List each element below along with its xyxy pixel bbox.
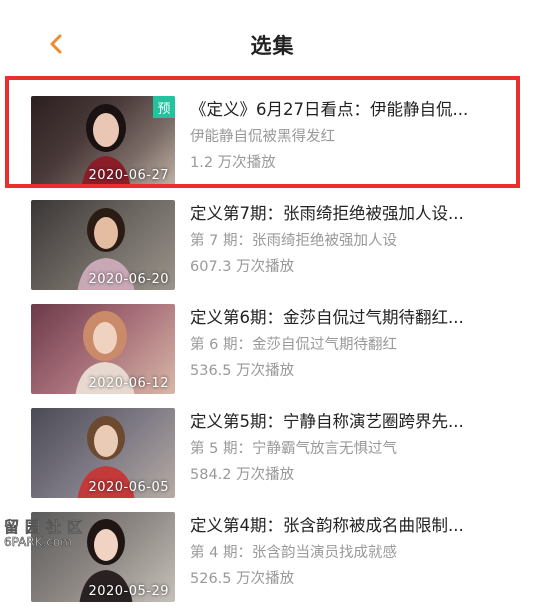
- episode-info: 定义第4期：张含韵称被成名曲限制... 第 4 期：张含韵当演员找成就感 526…: [190, 512, 515, 590]
- episode-title: 定义第4期：张含韵称被成名曲限制...: [190, 516, 464, 535]
- episode-subtitle: 第 4 期：张含韵当演员找成就感: [190, 545, 397, 561]
- episode-date: 2020-06-20: [88, 272, 169, 287]
- episode-info: 定义第5期：宁静自称演艺圈跨界先... 第 5 期：宁静霸气放言无惧过气 584…: [190, 408, 515, 486]
- watermark: 留园社区 6PARK.com: [4, 516, 104, 552]
- episode-info: 《定义》6月27日看点：伊能静自侃... 伊能静自侃被黑得发红 1.2 万次播放: [190, 96, 515, 174]
- watermark-logo: 留园社区: [4, 518, 89, 537]
- episode-play-count: 607.3 万次播放: [190, 259, 295, 275]
- episode-thumbnail: 2020-06-20: [31, 200, 175, 290]
- header: 选集: [0, 0, 545, 82]
- episode-info: 定义第7期：张雨绮拒绝被强加人设... 第 7 期：张雨绮拒绝被强加人设 607…: [190, 200, 515, 278]
- watermark-url: 6PARK.com: [4, 535, 73, 550]
- episode-date: 2020-05-29: [88, 584, 169, 599]
- episode-date: 2020-06-12: [88, 376, 169, 391]
- episode-title: 《定义》6月27日看点：伊能静自侃...: [190, 100, 469, 119]
- episode-play-count: 584.2 万次播放: [190, 467, 295, 483]
- episode-item[interactable]: 2020-06-20 定义第7期：张雨绮拒绝被强加人设... 第 7 期：张雨绮…: [0, 200, 545, 300]
- episode-thumbnail: 2020-06-05: [31, 408, 175, 498]
- episode-date: 2020-06-27: [88, 168, 169, 183]
- episode-play-count: 1.2 万次播放: [190, 155, 276, 171]
- episode-item[interactable]: 预 2020-06-27 《定义》6月27日看点：伊能静自侃... 伊能静自侃被…: [0, 96, 545, 196]
- episode-subtitle: 第 5 期：宁静霸气放言无惧过气: [190, 441, 397, 457]
- episode-thumbnail: 2020-06-12: [31, 304, 175, 394]
- episode-date: 2020-06-05: [88, 480, 169, 495]
- page-title: 选集: [250, 34, 295, 58]
- episode-thumbnail: 预 2020-06-27: [31, 96, 175, 186]
- episode-title: 定义第6期：金莎自侃过气期待翻红...: [190, 308, 464, 327]
- episode-subtitle: 第 6 期：金莎自侃过气期待翻红: [190, 337, 397, 353]
- episode-play-count: 526.5 万次播放: [190, 571, 295, 587]
- preview-badge: 预: [153, 96, 175, 118]
- episode-title: 定义第5期：宁静自称演艺圈跨界先...: [190, 412, 464, 431]
- episode-subtitle: 伊能静自侃被黑得发红: [190, 129, 335, 145]
- episode-info: 定义第6期：金莎自侃过气期待翻红... 第 6 期：金莎自侃过气期待翻红 536…: [190, 304, 515, 382]
- episode-title: 定义第7期：张雨绮拒绝被强加人设...: [190, 204, 464, 223]
- episode-subtitle: 第 7 期：张雨绮拒绝被强加人设: [190, 233, 397, 249]
- episode-item[interactable]: 2020-06-12 定义第6期：金莎自侃过气期待翻红... 第 6 期：金莎自…: [0, 304, 545, 404]
- episode-item[interactable]: 2020-06-05 定义第5期：宁静自称演艺圈跨界先... 第 5 期：宁静霸…: [0, 408, 545, 508]
- episode-play-count: 536.5 万次播放: [190, 363, 295, 379]
